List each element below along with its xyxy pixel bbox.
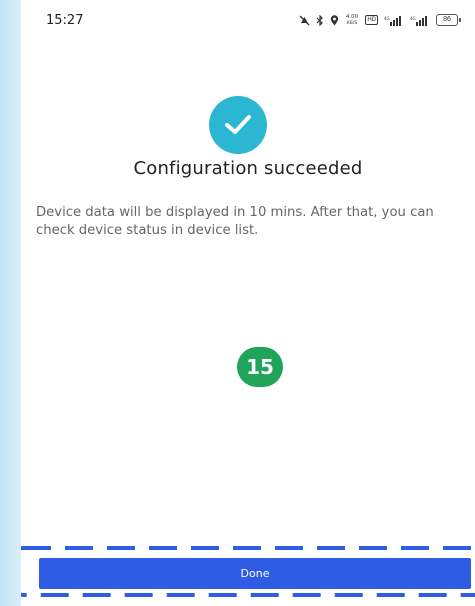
status-icons: 4.00 KB/S HD 4G 4G 86 [299, 13, 461, 27]
success-badge [209, 96, 267, 154]
svg-text:KB/S: KB/S [347, 20, 358, 25]
status-time: 15:27 [46, 13, 84, 28]
location-icon [330, 14, 339, 26]
status-bar: 15:27 4.00 KB/S HD 4G 4G 86 [21, 0, 475, 44]
checkmark-icon [225, 115, 251, 134]
svg-text:4G: 4G [384, 16, 390, 21]
done-button[interactable]: Done [39, 558, 471, 589]
page-title: Configuration succeeded [133, 158, 363, 179]
background-strip [0, 0, 21, 606]
hd-icon: HD [365, 15, 378, 25]
countdown-badge: 15 [237, 347, 283, 387]
bluetooth-icon [316, 14, 324, 26]
signal-icon: 4G [384, 15, 404, 26]
network-speed: 4.00 KB/S [345, 13, 359, 27]
app-screen: 15:27 4.00 KB/S HD 4G 4G 86 Configuratio… [21, 0, 475, 606]
signal-icon: 4G [410, 15, 430, 26]
battery-level: 86 [436, 14, 458, 26]
svg-text:4.00: 4.00 [346, 14, 359, 20]
svg-text:4G: 4G [410, 16, 416, 21]
description-text: Device data will be displayed in 10 mins… [36, 205, 434, 238]
battery-icon: 86 [436, 14, 461, 26]
mute-icon [299, 15, 310, 26]
